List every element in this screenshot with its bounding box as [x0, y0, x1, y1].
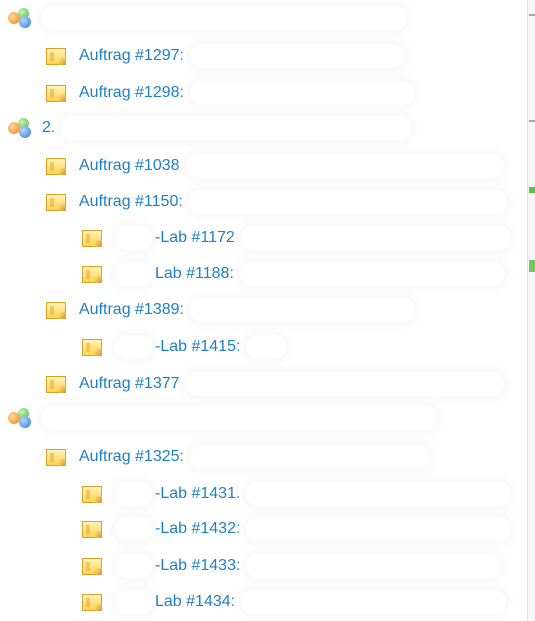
order-icon: [82, 229, 102, 247]
redacted-text: [240, 226, 511, 250]
order-label[interactable]: Auftrag #1297: [79, 47, 180, 65]
lab-row-1432[interactable]: -Lab #1432:: [0, 511, 512, 547]
redacted-text: [246, 554, 502, 578]
order-row-1298[interactable]: Auftrag #1298:: [0, 75, 415, 111]
order-tree: Auftrag #1297: Auftrag #1298: 2. Auftrag…: [0, 0, 527, 621]
order-label[interactable]: Auftrag #1298: [79, 84, 180, 102]
lab-label[interactable]: -Lab #1432: [155, 520, 236, 538]
redacted-text: [246, 335, 287, 359]
order-row-1389[interactable]: Auftrag #1389:: [0, 292, 415, 328]
redacted-text: [42, 406, 437, 430]
redacted-text: [189, 81, 415, 105]
tree-group-1[interactable]: [0, 0, 407, 36]
lab-suffix: :: [229, 265, 234, 282]
redacted-text: [189, 298, 415, 322]
redacted-text: [61, 116, 412, 140]
vertical-scrollbar[interactable]: [527, 0, 535, 621]
lab-label[interactable]: Lab #1434: [155, 593, 231, 611]
order-row-1038[interactable]: Auftrag #1038: [0, 148, 504, 184]
order-row-1377[interactable]: Auftrag #1377: [0, 366, 504, 402]
order-icon: [46, 47, 66, 65]
redacted-text: [246, 482, 512, 506]
order-suffix: :: [179, 84, 184, 101]
lab-row-1434[interactable]: Lab #1434:: [0, 584, 507, 620]
lab-row-1172[interactable]: -Lab #1172: [0, 220, 511, 256]
group-icon: [7, 7, 33, 29]
lab-suffix: .: [235, 485, 241, 502]
order-label[interactable]: Auftrag #1325: [79, 448, 180, 466]
redacted-text: [115, 482, 153, 506]
redacted-text: [246, 517, 512, 541]
order-label[interactable]: Auftrag #1150: [79, 193, 178, 211]
redacted-text: [115, 262, 153, 286]
group-label[interactable]: 2.: [42, 119, 55, 137]
redacted-text: [42, 6, 407, 30]
order-label[interactable]: Auftrag #1377: [79, 375, 180, 393]
order-suffix: :: [178, 193, 183, 210]
scroll-marker: [529, 187, 535, 193]
lab-label[interactable]: -Lab #1431: [155, 485, 236, 503]
order-icon: [82, 265, 102, 283]
lab-suffix: :: [230, 593, 236, 610]
order-suffix: :: [179, 448, 184, 465]
redacted-text: [188, 190, 507, 214]
tree-group-3[interactable]: [0, 400, 437, 436]
order-row-1297[interactable]: Auftrag #1297:: [0, 38, 405, 74]
order-icon: [46, 301, 66, 319]
order-icon: [46, 448, 66, 466]
scroll-marker: [529, 120, 535, 122]
order-row-1325[interactable]: Auftrag #1325:: [0, 439, 430, 475]
lab-row-1433[interactable]: -Lab #1433:: [0, 548, 502, 584]
order-label[interactable]: Auftrag #1389: [79, 301, 180, 319]
lab-suffix: :: [235, 338, 241, 355]
order-icon: [46, 84, 66, 102]
order-row-1150[interactable]: Auftrag #1150:: [0, 184, 507, 220]
lab-label[interactable]: -Lab #1433: [155, 557, 236, 575]
redacted-text: [241, 590, 507, 614]
lab-row-1431[interactable]: -Lab #1431.: [0, 476, 512, 512]
order-icon: [82, 338, 102, 356]
lab-label[interactable]: -Lab #1172: [155, 229, 235, 247]
order-icon: [82, 557, 102, 575]
redacted-text: [115, 226, 153, 250]
lab-row-1415[interactable]: -Lab #1415:: [0, 329, 287, 365]
order-suffix: :: [179, 47, 184, 64]
order-icon: [46, 375, 66, 393]
lab-row-1188[interactable]: Lab #1188:: [0, 256, 505, 292]
group-icon: [7, 117, 33, 139]
lab-suffix: :: [235, 520, 241, 537]
order-icon: [82, 520, 102, 538]
redacted-text: [115, 590, 153, 614]
redacted-text: [185, 154, 504, 178]
lab-label[interactable]: Lab #1188: [155, 265, 229, 283]
scroll-marker: [529, 260, 535, 272]
order-label[interactable]: Auftrag #1038: [79, 157, 180, 175]
order-icon: [46, 193, 66, 211]
redacted-text: [189, 445, 430, 469]
redacted-text: [239, 262, 505, 286]
order-icon: [46, 157, 66, 175]
redacted-text: [115, 554, 153, 578]
redacted-text: [189, 44, 405, 68]
group-icon: [7, 407, 33, 429]
scroll-marker: [529, 14, 535, 16]
lab-label[interactable]: -Lab #1415: [155, 338, 236, 356]
lab-suffix: :: [235, 557, 241, 574]
redacted-text: [115, 517, 153, 541]
order-icon: [82, 593, 102, 611]
order-suffix: :: [179, 301, 184, 318]
redacted-text: [185, 372, 504, 396]
redacted-text: [115, 335, 153, 359]
order-icon: [82, 485, 102, 503]
tree-group-2[interactable]: 2.: [0, 110, 412, 146]
